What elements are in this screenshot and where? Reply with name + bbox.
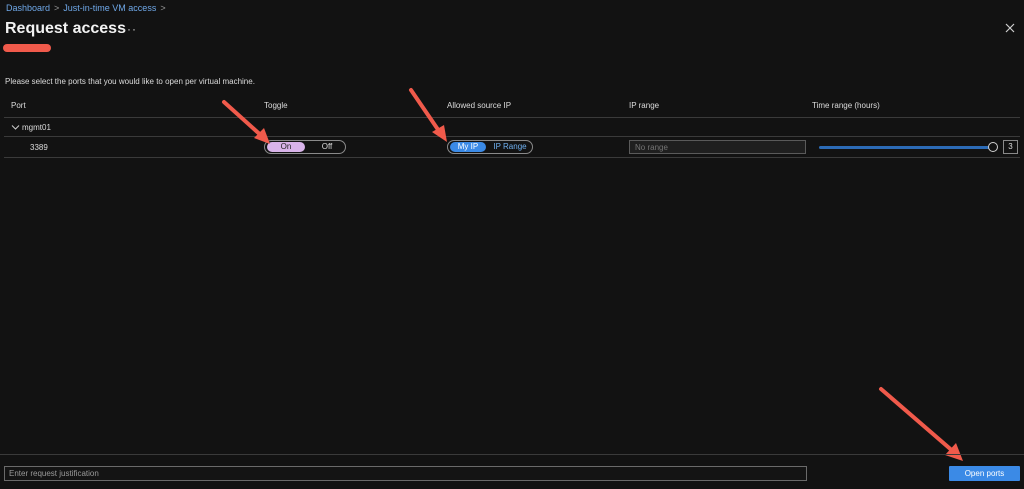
time-range-hours-input[interactable]: 3: [1003, 140, 1018, 154]
vm-group-label: mgmt01: [22, 123, 51, 132]
chevron-right-icon: >: [54, 3, 60, 13]
column-header-port: Port: [11, 101, 26, 110]
breadcrumb: Dashboard > Just-in-time VM access >: [6, 3, 170, 13]
annotation-arrow-icon: [222, 100, 270, 144]
time-range-slider-thumb[interactable]: [988, 142, 998, 152]
page-title: Request access: [5, 20, 126, 37]
chevron-down-icon: [11, 125, 20, 130]
toggle-off-option[interactable]: Off: [313, 142, 341, 152]
vm-group-row[interactable]: mgmt01: [11, 123, 51, 132]
source-my-ip-option[interactable]: My IP: [450, 142, 486, 152]
header-divider: [4, 117, 1020, 118]
more-icon[interactable]: ···: [122, 22, 137, 36]
close-icon[interactable]: [1004, 22, 1016, 34]
chevron-right-icon: >: [160, 3, 166, 13]
breadcrumb-dashboard-link[interactable]: Dashboard: [6, 3, 50, 13]
time-range-slider-track[interactable]: [819, 146, 991, 149]
ip-range-input[interactable]: [629, 140, 806, 154]
column-header-source-ip: Allowed source IP: [447, 101, 512, 110]
source-ip-toggle[interactable]: My IP IP Range: [447, 140, 533, 154]
justification-input[interactable]: [4, 466, 807, 481]
column-header-time-range: Time range (hours): [812, 101, 880, 110]
footer-divider: [0, 454, 1024, 455]
annotation-arrow-icon: [409, 88, 447, 142]
column-header-ip-range: IP range: [629, 101, 660, 110]
open-ports-button[interactable]: Open ports: [949, 466, 1020, 481]
instructions-text: Please select the ports that you would l…: [5, 77, 255, 86]
breadcrumb-jit-link[interactable]: Just-in-time VM access: [63, 3, 156, 13]
source-ip-range-option[interactable]: IP Range: [490, 142, 530, 152]
port-number: 3389: [30, 143, 48, 152]
row-divider: [4, 157, 1020, 158]
redaction-mark: [3, 44, 51, 52]
group-divider: [4, 136, 1020, 137]
